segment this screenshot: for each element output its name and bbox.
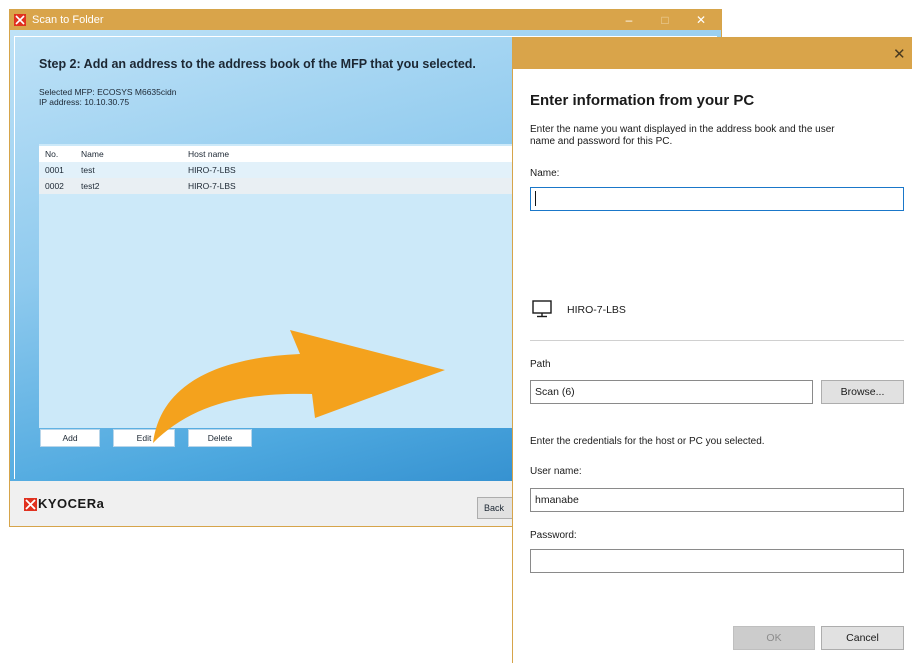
ip-address-text: IP address: 10.10.30.75 [39, 97, 130, 107]
curved-arrow-icon [153, 330, 445, 443]
row-no: 0002 [45, 181, 64, 191]
cancel-button[interactable]: Cancel [821, 626, 904, 650]
kyocera-app-icon [14, 14, 26, 26]
enter-pc-info-dialog: ✕ Enter information from your PC Enter t… [512, 37, 912, 663]
browse-button[interactable]: Browse... [821, 380, 904, 404]
row-name: test2 [81, 181, 100, 191]
name-label: Name: [530, 168, 560, 179]
username-label: User name: [530, 466, 582, 477]
name-input[interactable] [530, 187, 904, 211]
password-label: Password: [530, 530, 577, 541]
column-header-name[interactable]: Name [81, 149, 104, 159]
kyocera-logo-text: KYOCERa [38, 496, 105, 511]
username-input[interactable] [530, 488, 904, 512]
window-title: Scan to Folder [32, 14, 104, 26]
row-name: test [81, 165, 95, 175]
kyocera-mark-icon [24, 498, 37, 511]
dialog-close-button[interactable]: ✕ [893, 45, 906, 63]
monitor-icon [532, 300, 552, 318]
add-button[interactable]: Add [40, 429, 100, 447]
kyocera-logo: KYOCERa [24, 496, 124, 512]
password-input[interactable] [530, 549, 904, 573]
divider [530, 340, 904, 341]
column-header-no[interactable]: No. [45, 149, 58, 159]
maximize-button[interactable]: □ [647, 10, 683, 30]
row-host: HIRO-7-LBS [188, 165, 236, 175]
minimize-button[interactable]: – [611, 10, 647, 30]
path-input[interactable] [530, 380, 813, 404]
instruction-text-line1: Enter the name you want displayed in the… [530, 124, 835, 135]
selected-mfp-text: Selected MFP: ECOSYS M6635cidn [39, 87, 177, 97]
close-button[interactable]: ✕ [683, 10, 719, 30]
ok-button[interactable]: OK [733, 626, 815, 650]
row-host: HIRO-7-LBS [188, 181, 236, 191]
instruction-text-line2: name and password for this PC. [530, 136, 673, 147]
text-caret [535, 191, 536, 206]
host-name-text: HIRO-7-LBS [567, 304, 626, 316]
column-header-host[interactable]: Host name [188, 149, 229, 159]
row-no: 0001 [45, 165, 64, 175]
dialog-titlebar[interactable]: ✕ [513, 38, 912, 69]
main-titlebar[interactable]: Scan to Folder – □ ✕ [10, 10, 721, 30]
step-title: Step 2: Add an address to the address bo… [39, 57, 476, 71]
path-label: Path [530, 359, 551, 370]
dialog-heading: Enter information from your PC [530, 92, 755, 109]
credentials-instruction: Enter the credentials for the host or PC… [530, 436, 765, 447]
